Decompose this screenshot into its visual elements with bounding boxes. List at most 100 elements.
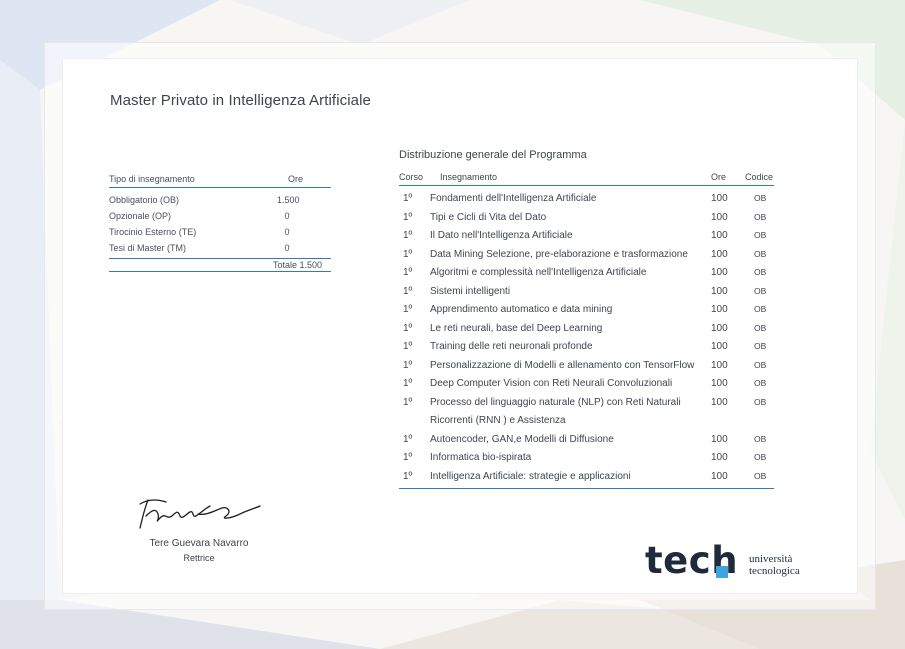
cell-name: Le reti neurali, base del Deep Learning xyxy=(430,322,603,334)
cell-name: Training delle reti neuronali profonde xyxy=(430,341,593,352)
table-row: 1º Algoritmi e complessità nell'Intellige… xyxy=(399,264,774,283)
cell-hours: 100 xyxy=(711,433,728,445)
cell-hours: 1.500 xyxy=(277,195,300,205)
cell-hours: 100 xyxy=(711,285,728,297)
cell-code: OB xyxy=(754,396,767,407)
cell-corso: 1º xyxy=(403,267,413,278)
cell-hours: 100 xyxy=(711,267,728,278)
cell-name: Fondamenti dell'Intelligenza Artificiale xyxy=(430,193,597,204)
program-table-body: 1º Fondamenti dell'Intelligenza Artificia… xyxy=(399,190,774,486)
cell-code: OB xyxy=(754,433,767,444)
summary-table: Tipo di insegnamento Ore Obbligatorio (O… xyxy=(109,172,331,272)
cell-corso: 1º xyxy=(403,470,413,482)
cell-corso: 1º xyxy=(403,359,413,371)
cell-corso: 1º xyxy=(403,433,413,445)
table-row: 1º Training delle reti neuronali profonde… xyxy=(399,338,774,357)
column-header-code: Codice xyxy=(745,172,774,182)
cell-hours: 100 xyxy=(711,341,728,352)
table-row: Tesi di Master (TM) 0 xyxy=(109,240,331,256)
cell-type: Obbligatorio (OB) xyxy=(109,195,180,205)
table-row: 1º Informatica bio-ispirata 100 OB xyxy=(399,449,774,468)
summary-total: Totale 1.500 xyxy=(109,258,331,272)
column-header-type: Tipo di insegnamento xyxy=(109,174,195,184)
cell-code: OB xyxy=(754,267,767,277)
cell-name: Il Dato nell'Intelligenza Artificiale xyxy=(430,230,573,241)
cell-code: OB xyxy=(754,304,767,314)
program-table-header: Corso Insegnamento Ore Codice xyxy=(399,170,774,186)
cell-corso: 1º xyxy=(403,304,413,315)
column-header-hours: Ore xyxy=(287,174,303,184)
table-row: 1º Deep Computer Vision con Reti Neurali … xyxy=(399,375,774,394)
cell-corso: 1º xyxy=(403,285,413,297)
cell-hours: 100 xyxy=(711,359,728,371)
table-row: Obbligatorio (OB) 1.500 xyxy=(109,192,331,208)
cell-hours: 100 xyxy=(711,304,728,315)
page-title: Master Privato in Intelligenza Artificia… xyxy=(110,92,371,109)
table-row: 1º Fondamenti dell'Intelligenza Artificia… xyxy=(399,190,774,209)
table-row: 1º Apprendimento automatico e data mining… xyxy=(399,301,774,320)
cell-code: OB xyxy=(754,470,767,481)
cell-corso: 1º xyxy=(403,211,413,223)
cell-hours: 0 xyxy=(284,211,290,221)
column-header-hours: Ore xyxy=(711,172,727,182)
cell-code: OB xyxy=(754,452,767,462)
table-row: 1º Personalizzazione di Modelli e allenam… xyxy=(399,357,774,376)
cell-code: OB xyxy=(754,322,767,333)
cell-hours: 100 xyxy=(711,322,728,334)
cell-hours: 100 xyxy=(711,452,728,463)
cell-name: Processo del linguaggio naturale (NLP) c… xyxy=(430,396,681,427)
column-header-corso: Corso xyxy=(399,172,424,182)
cell-hours: 100 xyxy=(711,248,728,260)
cell-corso: 1º xyxy=(403,322,413,334)
table-bottom-rule xyxy=(399,488,774,489)
cell-code: OB xyxy=(754,285,767,296)
cell-name: Autoencoder, GAN,e Modelli di Diffusione xyxy=(430,433,614,445)
cell-code: OB xyxy=(754,230,767,240)
logo-subtitle: università tecnologica xyxy=(749,553,800,577)
table-row: 1º Data Mining Selezione, pre-elaborazion… xyxy=(399,246,774,265)
cell-corso: 1º xyxy=(403,396,413,408)
cell-corso: 1º xyxy=(403,341,413,352)
signer-role: Rettrice xyxy=(183,553,215,563)
table-row: 1º Processo del linguaggio naturale (NLP)… xyxy=(399,394,774,431)
cell-name: Sistemi intelligenti xyxy=(430,285,511,297)
cell-name: Deep Computer Vision con Reti Neurali Co… xyxy=(430,378,673,389)
table-row: 1º Autoencoder, GAN,e Modelli di Diffusio… xyxy=(399,431,774,450)
cell-type: Tirocinio Esterno (TE) xyxy=(109,227,197,237)
cell-hours: 100 xyxy=(711,230,728,241)
table-row: Opzionale (OP) 0 xyxy=(109,208,331,224)
summary-table-header: Tipo di insegnamento Ore xyxy=(109,172,331,188)
cell-corso: 1º xyxy=(403,230,413,241)
table-row: 1º Il Dato nell'Intelligenza Artificiale 1… xyxy=(399,227,774,246)
cell-code: OB xyxy=(754,248,767,259)
cell-name: Personalizzazione di Modelli e allenamen… xyxy=(430,359,695,371)
logo-accent-icon xyxy=(716,566,728,578)
table-row: Tirocinio Esterno (TE) 0 xyxy=(109,224,331,240)
cell-code: OB xyxy=(754,211,767,222)
signer-name: Tere Guevara Navarro xyxy=(149,538,249,549)
table-row: 1º Sistemi intelligenti 100 OB xyxy=(399,283,774,302)
cell-name: Data Mining Selezione, pre-elaborazione … xyxy=(430,248,688,260)
program-title: Distribuzione generale del Programma xyxy=(399,149,587,161)
logo-line-1: università xyxy=(749,553,793,565)
cell-hours: 0 xyxy=(284,227,290,237)
cell-hours: 100 xyxy=(711,378,728,389)
cell-code: OB xyxy=(754,378,767,388)
cell-corso: 1º xyxy=(403,193,413,204)
signature-image xyxy=(139,499,261,529)
cell-hours: 100 xyxy=(711,193,728,204)
column-header-name: Insegnamento xyxy=(440,172,498,182)
cell-hours: 100 xyxy=(711,211,728,223)
cell-code: OB xyxy=(754,341,767,351)
cell-name: Algoritmi e complessità nell'Intelligenz… xyxy=(430,267,647,278)
cell-name: Intelligenza Artificiale: strategie e ap… xyxy=(430,470,631,482)
program-table: Corso Insegnamento Ore Codice 1º Fondamen… xyxy=(399,170,774,489)
cell-hours: 100 xyxy=(711,470,728,482)
cell-corso: 1º xyxy=(403,452,413,463)
cell-type: Tesi di Master (TM) xyxy=(109,243,187,253)
cell-name: Apprendimento automatico e data mining xyxy=(430,304,613,315)
cell-name: Tipi e Cicli di Vita del Dato xyxy=(430,211,547,223)
table-row: 1º Tipi e Cicli di Vita del Dato 100 OB xyxy=(399,209,774,228)
cell-hours: 0 xyxy=(284,243,290,253)
cell-corso: 1º xyxy=(403,378,413,389)
